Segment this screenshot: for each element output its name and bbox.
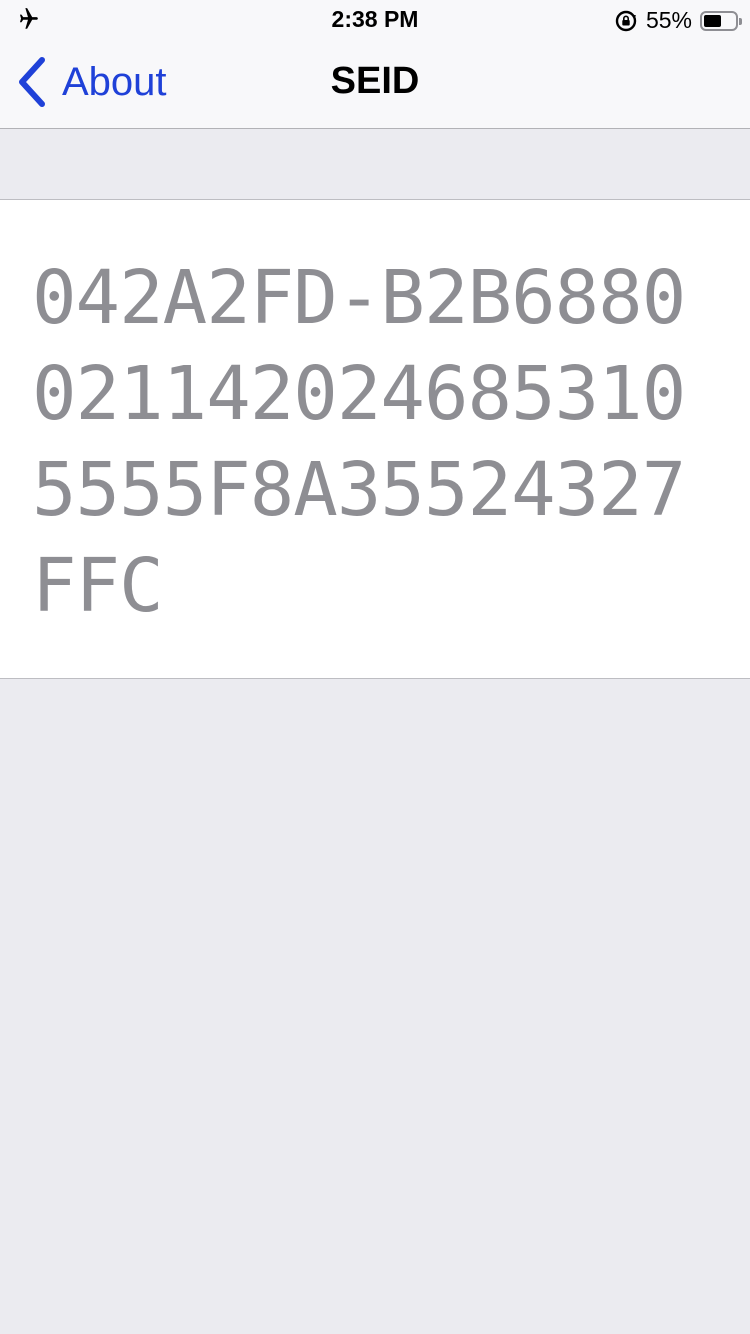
navigation-bar: About SEID [0, 40, 750, 129]
page-title: SEID [330, 60, 420, 102]
seid-value[interactable]: 042A2FD-B2B68800211420246853105555F8A355… [32, 250, 722, 634]
battery-icon [700, 10, 742, 31]
battery-level-fill [704, 14, 721, 27]
status-bar: 2:38 PM 55% [0, 0, 750, 40]
seid-card: 042A2FD-B2B68800211420246853105555F8A355… [0, 199, 750, 679]
orientation-lock-icon [615, 10, 637, 31]
battery-percent: 55% [645, 7, 692, 33]
status-indicators: 55% [614, 7, 742, 34]
